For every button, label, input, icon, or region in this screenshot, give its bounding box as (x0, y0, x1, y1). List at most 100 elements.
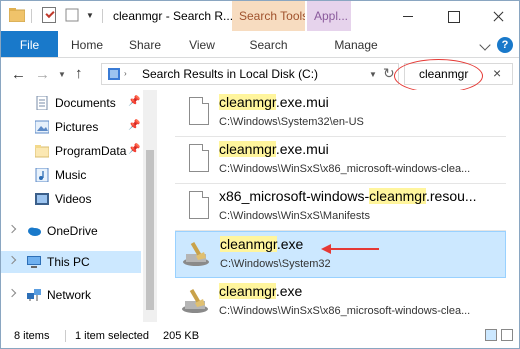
quick-access-dropdown-icon[interactable]: ▼ (86, 11, 94, 20)
close-button[interactable] (475, 1, 519, 31)
search-match-highlight: cleanmgr (219, 283, 276, 299)
refresh-icon[interactable]: ↻ (383, 65, 395, 82)
context-tab-search-tools[interactable]: Search Tools (232, 1, 305, 31)
clear-search-icon[interactable]: × (493, 65, 501, 81)
nav-scrollbar[interactable] (143, 90, 157, 322)
annotation-arrow (321, 244, 379, 254)
result-path: C:\Windows\WinSxS\x86_microsoft-windows-… (219, 163, 471, 175)
search-match-highlight: cleanmgr (369, 188, 426, 204)
pictures-icon (35, 120, 49, 134)
music-icon (35, 168, 49, 182)
expand-chevron-icon[interactable] (7, 224, 17, 234)
computer-icon (27, 256, 41, 268)
search-results-icon (108, 68, 120, 80)
pin-icon: 📌 (128, 144, 141, 155)
search-results-list: cleanmgr.exe.mui C:\Windows\System32\en-… (171, 90, 519, 322)
new-folder-icon[interactable] (65, 8, 81, 22)
status-bar: 8 items 1 item selected 205 KB (1, 322, 519, 348)
videos-icon (35, 193, 49, 205)
expand-chevron-icon[interactable] (7, 288, 17, 298)
scrollbar-thumb[interactable] (146, 150, 154, 310)
nav-item-label: ProgramData (55, 144, 127, 158)
result-path: C:\Windows\System32 (220, 258, 331, 270)
up-arrow-icon[interactable]: ↑ (75, 65, 83, 82)
context-tab-application-tools[interactable]: Appl... (307, 1, 351, 31)
expand-ribbon-icon[interactable] (479, 39, 491, 51)
tab-share[interactable]: Share (122, 31, 168, 57)
nav-item-documents[interactable]: Documents 📌 (1, 92, 141, 114)
selection-count: 1 item selected (75, 330, 149, 342)
folder-icon[interactable] (9, 8, 25, 22)
divider (65, 330, 66, 342)
navigation-pane: Documents 📌 Pictures 📌 ProgramData 📌 Mus… (1, 90, 157, 322)
context-tab-label: Search Tools (239, 9, 305, 23)
search-match-highlight: cleanmgr (220, 236, 277, 252)
large-icons-view-icon[interactable] (501, 329, 513, 341)
name-suffix: .exe (275, 283, 303, 299)
list-item[interactable]: cleanmgr.exe C:\Windows\WinSxS\x86_micro… (175, 279, 506, 322)
tab-view[interactable]: View (180, 31, 224, 57)
name-suffix: .resou... (425, 188, 477, 204)
result-name: cleanmgr.exe.mui (219, 94, 329, 110)
divider (102, 9, 103, 23)
nav-item-label: This PC (47, 255, 90, 269)
cleanmgr-exe-icon (183, 241, 209, 266)
nav-item-programdata[interactable]: ProgramData 📌 (1, 140, 141, 162)
recent-locations-dropdown-icon[interactable]: ▼ (58, 70, 66, 79)
address-dropdown-icon[interactable]: ▼ (369, 70, 377, 79)
pin-icon: 📌 (128, 120, 141, 131)
folder-icon (35, 145, 49, 158)
result-path: C:\Windows\WinSxS\Manifests (219, 210, 370, 222)
result-path: C:\Windows\System32\en-US (219, 116, 364, 128)
name-suffix: .exe.mui (275, 141, 329, 157)
result-path: C:\Windows\WinSxS\x86_microsoft-windows-… (219, 305, 471, 317)
title-bar: ▼ cleanmgr - Search R... Search Tools Ap… (1, 1, 519, 31)
nav-item-music[interactable]: Music (1, 164, 141, 186)
back-arrow-icon[interactable]: ← (11, 66, 26, 83)
window-title: cleanmgr - Search R... (113, 9, 234, 23)
forward-arrow-icon[interactable]: → (35, 66, 50, 83)
address-path: Search Results in Local Disk (C:) (142, 67, 319, 81)
details-view-icon[interactable] (485, 329, 497, 341)
list-item[interactable]: cleanmgr.exe C:\Windows\System32 (175, 231, 506, 278)
search-match-highlight: cleanmgr (219, 94, 276, 110)
result-name: cleanmgr.exe.mui (219, 141, 329, 157)
minimize-button[interactable] (385, 1, 431, 31)
tab-home[interactable]: Home (62, 31, 112, 57)
address-bar[interactable]: › Search Results in Local Disk (C:) ▼ ↻ (101, 63, 399, 85)
maximize-button[interactable] (430, 1, 476, 31)
tab-search[interactable]: Search (232, 31, 305, 57)
nav-item-onedrive[interactable]: OneDrive (1, 220, 141, 242)
divider (31, 9, 32, 23)
selection-size: 205 KB (163, 330, 200, 342)
annotation-ellipse (394, 59, 483, 93)
list-item[interactable]: cleanmgr.exe.mui C:\Windows\WinSxS\x86_m… (175, 137, 506, 184)
list-item[interactable]: x86_microsoft-windows-cleanmgr.resou... … (175, 184, 506, 231)
ribbon-tabs: File Home Share View Search Manage ? (1, 31, 519, 58)
breadcrumb-chevron-icon[interactable]: › (124, 69, 127, 78)
nav-item-this-pc[interactable]: This PC (1, 251, 141, 273)
nav-item-network[interactable]: Network (1, 284, 141, 306)
nav-item-videos[interactable]: Videos (1, 188, 141, 210)
file-icon (189, 144, 209, 172)
nav-item-label: Documents (55, 96, 116, 110)
nav-item-label: Pictures (55, 120, 99, 134)
file-icon (189, 191, 209, 219)
pin-icon: 📌 (128, 96, 141, 107)
expand-chevron-icon[interactable] (7, 255, 17, 265)
nav-item-pictures[interactable]: Pictures 📌 (1, 116, 141, 138)
tab-manage[interactable]: Manage (323, 31, 389, 57)
nav-item-label: OneDrive (47, 224, 98, 238)
properties-icon[interactable] (42, 7, 56, 23)
file-icon (189, 97, 209, 125)
cloud-icon (28, 227, 41, 236)
item-count: 8 items (14, 330, 50, 342)
tab-file[interactable]: File (1, 31, 58, 57)
results-scrollbar[interactable] (507, 90, 519, 322)
help-icon[interactable]: ? (497, 37, 513, 53)
result-name: cleanmgr.exe (219, 283, 302, 299)
list-item[interactable]: cleanmgr.exe.mui C:\Windows\System32\en-… (175, 90, 506, 137)
nav-item-label: Videos (55, 192, 92, 206)
documents-icon (36, 96, 48, 110)
name-prefix: x86_microsoft-windows- (219, 188, 370, 204)
